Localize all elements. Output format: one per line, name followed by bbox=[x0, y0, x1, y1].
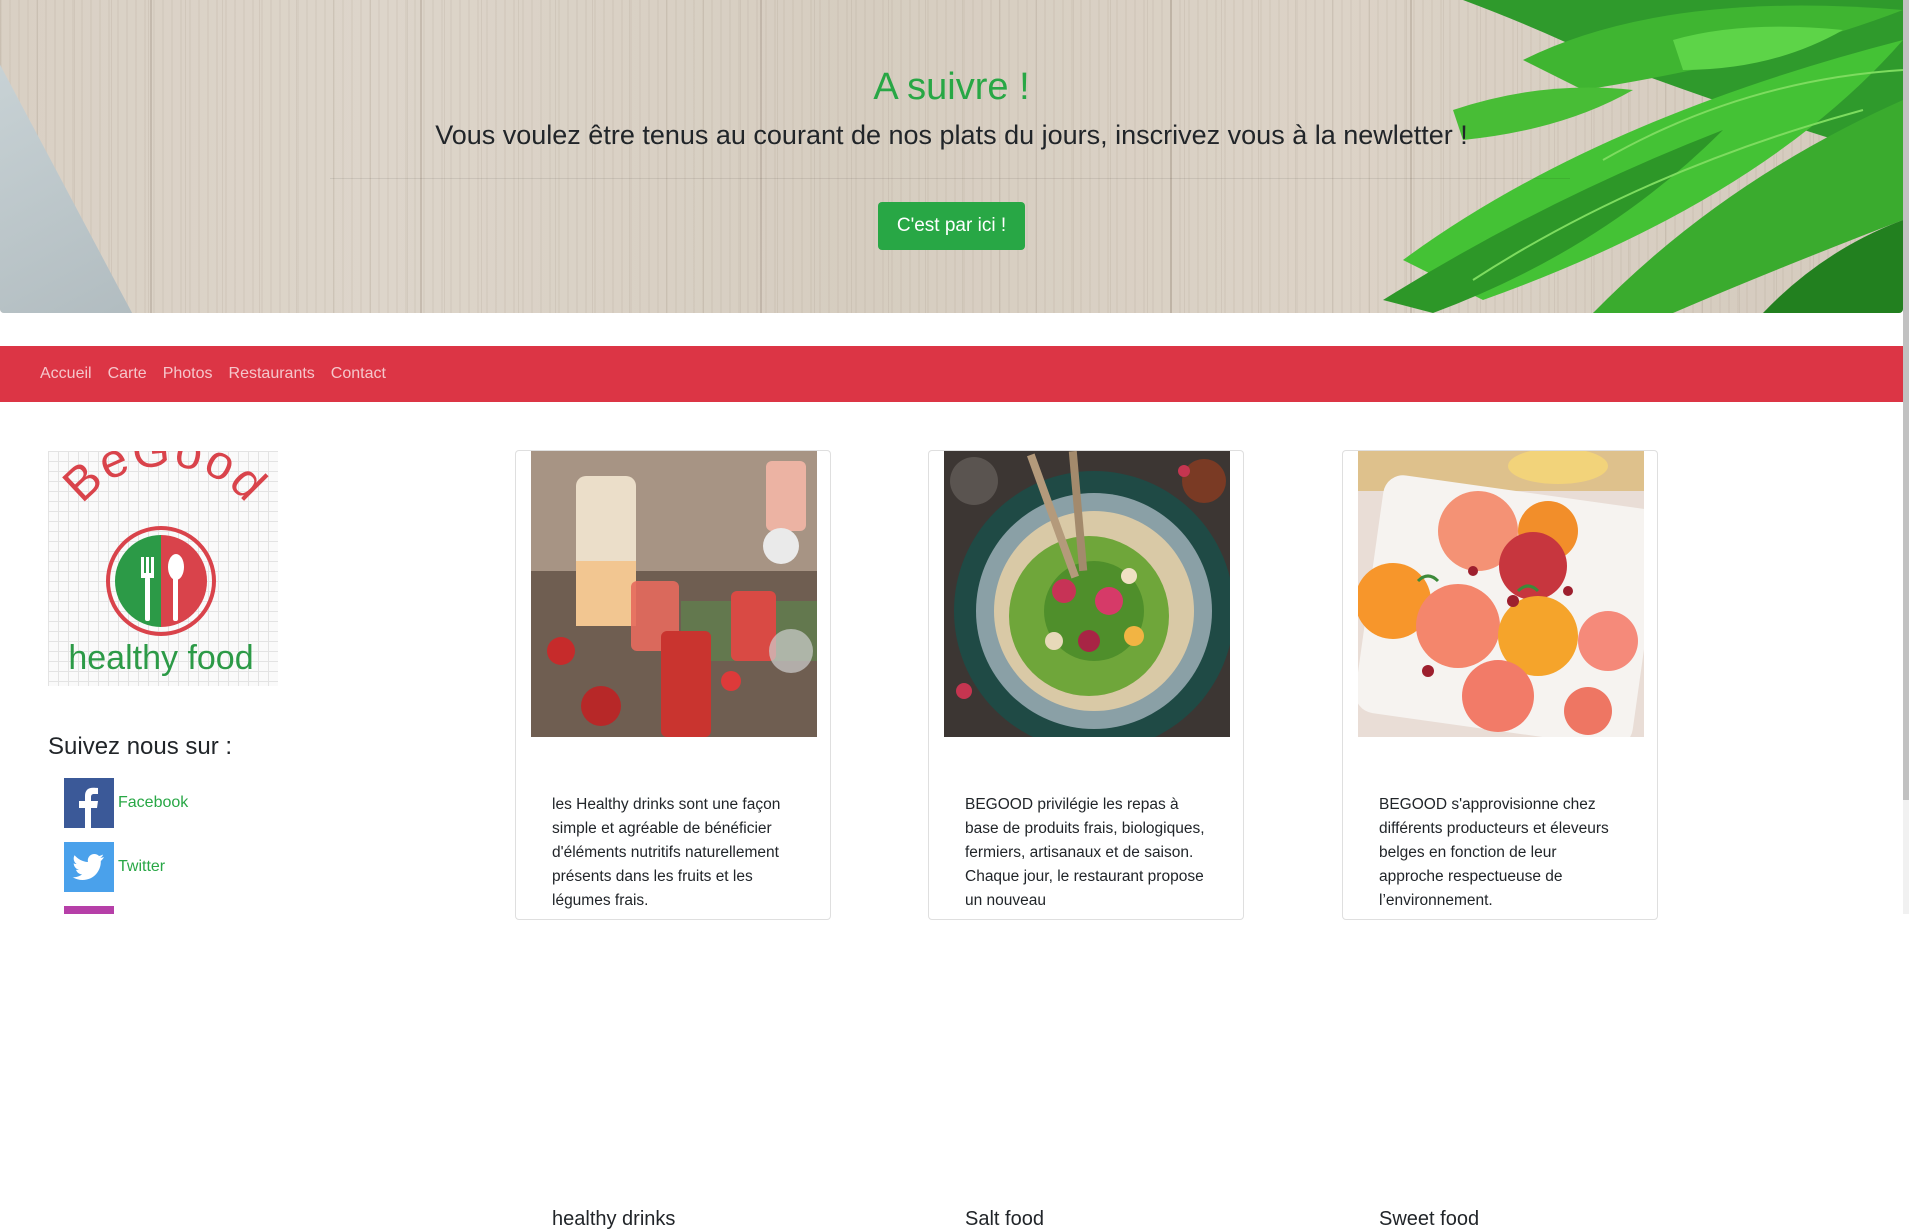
svg-text:BeGood: BeGood bbox=[53, 451, 277, 512]
card-salt-food: Salt food BEGOOD privilégie les repas à … bbox=[928, 450, 1244, 1230]
facebook-icon[interactable] bbox=[64, 778, 114, 828]
card-text: les Healthy drinks sont une façon simple… bbox=[552, 796, 781, 909]
newsletter-hero: A suivre ! Vous voulez être tenus au cou… bbox=[0, 0, 1903, 313]
social-link-twitter-row: Twitter bbox=[64, 842, 165, 892]
card-sweet-food: Sweet food BEGOOD s'approvisionne chez d… bbox=[1342, 450, 1658, 1230]
healthy-drinks-image bbox=[531, 451, 817, 737]
instagram-icon[interactable] bbox=[64, 906, 114, 914]
page-scrollbar[interactable] bbox=[1903, 0, 1909, 914]
leaves-decoration bbox=[1383, 0, 1903, 313]
card-title: Sweet food bbox=[1379, 1208, 1480, 1230]
card-text: BEGOOD privilégie les repas à base de pr… bbox=[965, 796, 1205, 909]
card-title: Salt food bbox=[965, 1208, 1044, 1230]
social-link-facebook-row: Facebook bbox=[64, 778, 188, 828]
nav-item-photos[interactable]: Photos bbox=[163, 365, 213, 383]
nav-item-contact[interactable]: Contact bbox=[331, 365, 386, 383]
twitter-icon[interactable] bbox=[64, 842, 114, 892]
nav-item-carte[interactable]: Carte bbox=[108, 365, 147, 383]
card-title: healthy drinks bbox=[552, 1208, 676, 1230]
card-healthy-drinks: healthy drinks les Healthy drinks sont u… bbox=[515, 450, 831, 1230]
hero-title: A suivre ! bbox=[873, 66, 1030, 108]
twitter-link[interactable]: Twitter bbox=[118, 858, 165, 876]
wood-grain bbox=[420, 0, 422, 313]
hero-divider bbox=[330, 178, 1570, 179]
salt-food-image bbox=[944, 451, 1230, 737]
nav-item-accueil[interactable]: Accueil bbox=[40, 365, 92, 383]
sweet-food-image bbox=[1358, 451, 1644, 737]
nav-item-restaurants[interactable]: Restaurants bbox=[229, 365, 315, 383]
hero-subtitle: Vous voulez être tenus au courant de nos… bbox=[435, 120, 1468, 150]
begood-logo: BeGood healthy food bbox=[48, 423, 278, 686]
facebook-link[interactable]: Facebook bbox=[118, 794, 188, 812]
wood-grain bbox=[150, 0, 152, 313]
wood-grain bbox=[1170, 0, 1172, 313]
begood-logo-image: BeGood healthy food bbox=[53, 423, 277, 677]
svg-text:healthy food: healthy food bbox=[68, 639, 253, 677]
follow-us-title: Suivez nous sur : bbox=[48, 733, 233, 760]
newsletter-button[interactable]: C'est par ici ! bbox=[878, 202, 1025, 250]
scrollbar-thumb[interactable] bbox=[1903, 0, 1909, 800]
wood-grain bbox=[760, 0, 762, 313]
card-text: BEGOOD s'approvisionne chez différents p… bbox=[1379, 796, 1609, 909]
main-navbar: Accueil Carte Photos Restaurants Contact bbox=[0, 346, 1903, 402]
